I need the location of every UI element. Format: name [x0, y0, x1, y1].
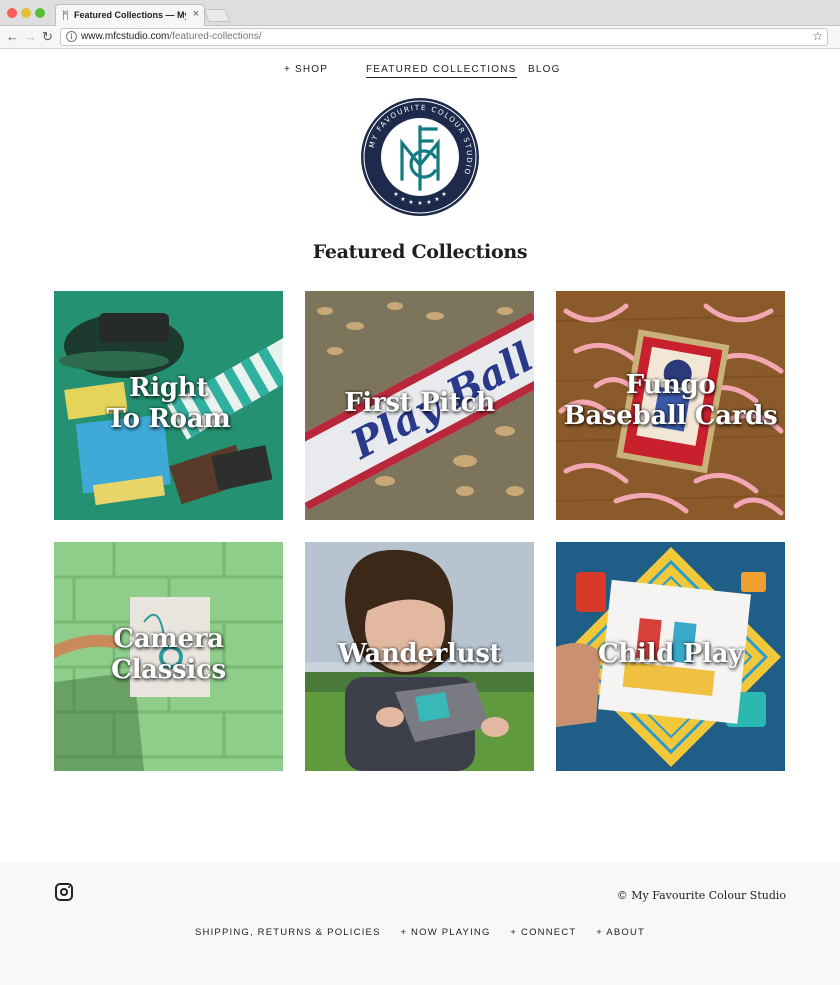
footer-links: SHIPPING, RETURNS & POLICIES + NOW PLAYI… — [0, 927, 840, 938]
collection-tile-fungo-baseball-cards[interactable]: Fungo Baseball Cards — [556, 291, 785, 520]
svg-text:★: ★ — [426, 199, 431, 206]
url-path: /featured-collections/ — [169, 31, 262, 42]
collection-title: Camera Classics — [54, 624, 283, 686]
collection-title: Fungo Baseball Cards — [556, 370, 785, 432]
svg-text:★: ★ — [393, 191, 398, 198]
url-text: www.mfcstudio.com/featured-collections/ — [81, 31, 262, 42]
footer-link-shipping-returns-policies[interactable]: SHIPPING, RETURNS & POLICIES — [195, 927, 381, 938]
svg-text:★: ★ — [417, 200, 422, 207]
collection-tile-first-pitch[interactable]: Play Ball First Pitch — [305, 291, 534, 520]
nav-featured-collections-link[interactable]: FEATURED COLLECTIONS — [366, 64, 517, 78]
close-tab-icon[interactable]: × — [193, 8, 199, 20]
new-tab-button[interactable] — [203, 9, 231, 22]
footer-link-now-playing[interactable]: + NOW PLAYING — [400, 927, 490, 938]
zoom-window-button[interactable] — [35, 8, 45, 18]
nav-shop-link[interactable]: + SHOP — [284, 64, 328, 75]
footer-link-connect[interactable]: + CONNECT — [510, 927, 576, 938]
url-domain: www.mfcstudio.com — [81, 31, 170, 42]
forward-arrow-icon[interactable]: → — [24, 29, 37, 44]
collection-title-line: To Roam — [106, 404, 231, 434]
instagram-icon[interactable] — [55, 883, 73, 901]
svg-text:★: ★ — [434, 196, 439, 203]
site-nav: + SHOP FEATURED COLLECTIONS BLOG — [0, 64, 840, 80]
footer-link-about[interactable]: + ABOUT — [596, 927, 645, 938]
back-arrow-icon[interactable]: ← — [6, 29, 19, 44]
minimize-window-button[interactable] — [21, 8, 31, 18]
collection-tile-child-play[interactable]: Child Play — [556, 542, 785, 771]
browser-toolbar: ← → ↻ i www.mfcstudio.com/featured-colle… — [0, 26, 840, 49]
reload-icon[interactable]: ↻ — [42, 29, 53, 45]
collection-title: Wanderlust — [305, 639, 534, 670]
svg-text:★: ★ — [408, 199, 413, 206]
collection-title-line: Right — [128, 373, 209, 403]
collection-title-line: Fungo — [625, 370, 716, 400]
copyright-text: © My Favourite Colour Studio — [616, 889, 786, 902]
collection-title-line: Wanderlust — [337, 639, 502, 669]
collection-title: Child Play — [556, 639, 785, 670]
close-window-button[interactable] — [7, 8, 17, 18]
collection-title-line: Child Play — [598, 639, 743, 669]
nav-blog-link[interactable]: BLOG — [528, 64, 561, 75]
site-footer: © My Favourite Colour Studio SHIPPING, R… — [0, 862, 840, 985]
browser-tab[interactable]: ᛗ Featured Collections — My F × — [55, 4, 205, 27]
collection-tile-right-to-roam[interactable]: Right To Roam — [54, 291, 283, 520]
collection-title: First Pitch — [305, 388, 534, 419]
svg-text:★: ★ — [441, 191, 446, 198]
site-logo[interactable]: MY FAVOURITE COLOUR STUDIO ★ ★ ★ ★ ★ ★ ★ — [360, 97, 480, 217]
address-bar[interactable]: i www.mfcstudio.com/featured-collections… — [60, 28, 828, 46]
collection-tile-camera-classics[interactable]: Camera Classics — [54, 542, 283, 771]
tab-title: Featured Collections — My F — [74, 10, 186, 20]
favicon-icon: ᛗ — [62, 9, 69, 22]
collection-title-line: First Pitch — [344, 388, 495, 418]
collection-title-line: Classics — [111, 655, 226, 685]
browser-tabbar: ᛗ Featured Collections — My F × — [0, 0, 840, 27]
bookmark-star-icon[interactable]: ☆ — [812, 29, 823, 43]
collection-tile-wanderlust[interactable]: Wanderlust — [305, 542, 534, 771]
page-title: Featured Collections — [312, 241, 528, 263]
info-icon[interactable]: i — [66, 31, 77, 42]
collection-title-line: Camera — [113, 624, 224, 654]
collection-title-line: Baseball Cards — [563, 401, 778, 431]
collection-title: Right To Roam — [54, 373, 283, 435]
svg-text:★: ★ — [400, 196, 405, 203]
